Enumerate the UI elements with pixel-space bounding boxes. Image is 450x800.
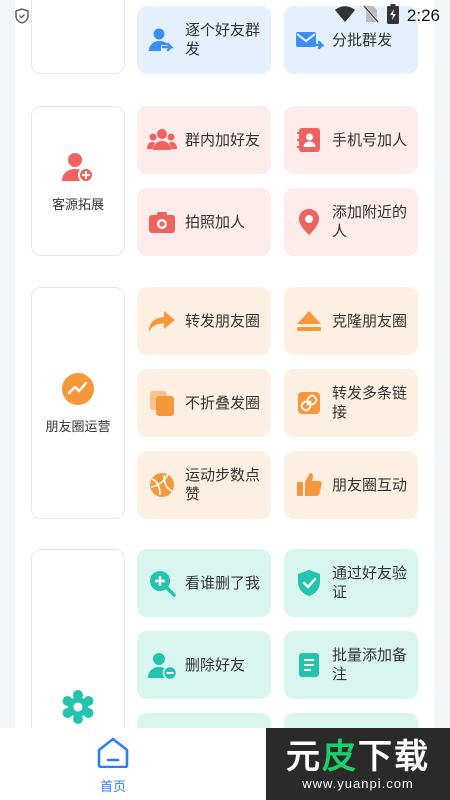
tile-label: 转发多条链接 bbox=[332, 384, 408, 421]
category-label: 客源拓展 bbox=[51, 197, 104, 213]
nav-home-label: 首页 bbox=[99, 780, 126, 795]
tile-label: 通过好友验证 bbox=[332, 564, 408, 601]
camera-icon bbox=[147, 207, 177, 237]
tile-forward-links[interactable]: 转发多条链接 bbox=[284, 369, 418, 437]
tile-add-from-group[interactable]: 群内加好友 bbox=[137, 106, 271, 174]
tile-label: 朋友圈互动 bbox=[332, 475, 408, 494]
tile-no-fold-post[interactable]: 不折叠发圈 bbox=[137, 369, 271, 437]
ball-icon bbox=[147, 470, 177, 500]
tile-label: 删除好友 bbox=[185, 655, 246, 674]
tile-partial[interactable] bbox=[284, 713, 418, 728]
tile-label: 拍照加人 bbox=[185, 212, 246, 231]
tile-add-by-photo[interactable]: 拍照加人 bbox=[137, 188, 271, 256]
note-icon bbox=[294, 650, 324, 680]
user-minus-icon bbox=[147, 650, 177, 680]
category-label: 朋友圈运营 bbox=[45, 419, 111, 435]
tile-delete-friends[interactable]: 删除好友 bbox=[137, 631, 271, 699]
tile-label: 批量添加备注 bbox=[332, 646, 408, 683]
thumbs-up-icon bbox=[294, 470, 324, 500]
tile-label: 不折叠发圈 bbox=[185, 393, 261, 412]
tile-accept-friend-requests[interactable]: 通过好友验证 bbox=[284, 549, 418, 617]
forward-arrow-icon bbox=[147, 306, 177, 336]
status-bar: 2:26 bbox=[0, 0, 450, 32]
category-card-customer-expansion[interactable]: 客源拓展 bbox=[31, 106, 125, 256]
tile-label: 手机号加人 bbox=[332, 130, 408, 149]
tile-label: 转发朋友圈 bbox=[185, 311, 261, 330]
search-plus-icon bbox=[147, 568, 177, 598]
user-add-icon bbox=[61, 150, 95, 184]
home-icon bbox=[96, 736, 130, 772]
shield-check-icon bbox=[294, 568, 324, 598]
contact-book-icon bbox=[294, 125, 324, 155]
status-time: 2:26 bbox=[406, 6, 440, 25]
shield-icon bbox=[14, 8, 30, 24]
location-pin-icon bbox=[294, 207, 324, 237]
link-icon bbox=[294, 388, 324, 418]
nav-item-home[interactable]: 首页 bbox=[92, 736, 134, 795]
tile-forward-moments[interactable]: 转发朋友圈 bbox=[137, 287, 271, 355]
tile-add-nearby[interactable]: 添加附近的人 bbox=[284, 188, 418, 256]
no-sim-icon bbox=[362, 5, 379, 27]
watermark-url: www.yuanpi.com bbox=[302, 775, 414, 791]
eject-icon bbox=[294, 306, 324, 336]
tile-add-by-phone[interactable]: 手机号加人 bbox=[284, 106, 418, 174]
status-icons: 2:26 bbox=[334, 4, 440, 28]
battery-charging-icon bbox=[386, 4, 399, 28]
tile-label: 运动步数点赞 bbox=[185, 466, 261, 503]
copy-icon bbox=[147, 388, 177, 418]
tile-step-likes[interactable]: 运动步数点赞 bbox=[137, 451, 271, 519]
gear-icon bbox=[61, 690, 95, 724]
tile-partial[interactable] bbox=[137, 713, 271, 728]
watermark-brand-part: 皮 bbox=[322, 736, 358, 777]
wifi-icon bbox=[334, 6, 355, 26]
watermark: 元皮下载 www.yuanpi.com bbox=[266, 728, 450, 800]
tile-who-deleted-me[interactable]: 看谁删了我 bbox=[137, 549, 271, 617]
trend-icon bbox=[61, 372, 95, 406]
tile-label: 分批群发 bbox=[332, 30, 393, 49]
tile-moments-interaction[interactable]: 朋友圈互动 bbox=[284, 451, 418, 519]
watermark-brand-part: 元 bbox=[286, 736, 322, 777]
tile-clone-moments[interactable]: 克隆朋友圈 bbox=[284, 287, 418, 355]
tool-list[interactable]: 逐个好友群发 分批群发 客源拓展 群内加好友 手机号加人 拍照加人 添加附近的人… bbox=[15, 0, 435, 728]
watermark-brand: 元皮下载 bbox=[286, 738, 430, 776]
tile-label: 添加附近的人 bbox=[332, 203, 408, 240]
group-users-icon bbox=[147, 125, 177, 155]
tile-label: 群内加好友 bbox=[185, 130, 261, 149]
tile-batch-add-remarks[interactable]: 批量添加备注 bbox=[284, 631, 418, 699]
category-card-friend-management[interactable] bbox=[31, 549, 125, 728]
tile-label: 看谁删了我 bbox=[185, 573, 261, 592]
watermark-brand-part: 下载 bbox=[358, 736, 430, 777]
tile-label: 克隆朋友圈 bbox=[332, 311, 408, 330]
category-card-moments-operation[interactable]: 朋友圈运营 bbox=[31, 287, 125, 519]
